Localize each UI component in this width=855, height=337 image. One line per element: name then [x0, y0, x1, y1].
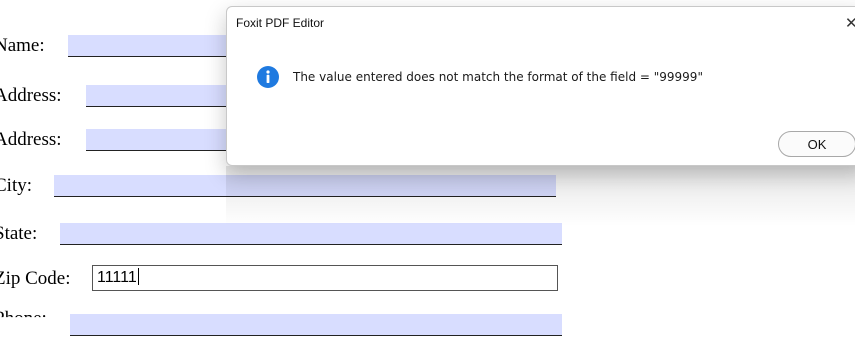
ok-button[interactable]: OK	[778, 131, 855, 157]
dialog-shadow	[226, 166, 855, 226]
state-field[interactable]	[60, 223, 562, 245]
message-dialog: Foxit PDF Editor ✕ The value entered doe…	[226, 6, 855, 166]
dialog-message: The value entered does not match the for…	[293, 70, 703, 84]
address1-label: Address:	[0, 85, 62, 106]
info-icon	[257, 66, 279, 88]
form-row-zip: Zip Code: 11111	[0, 265, 558, 291]
phone-field[interactable]	[70, 314, 562, 336]
zip-value: 11111	[97, 269, 137, 286]
zip-field[interactable]: 11111	[92, 265, 558, 291]
address2-label: Address:	[0, 129, 62, 150]
zip-label: Zip Code:	[0, 268, 71, 289]
text-caret	[137, 268, 139, 285]
form-row-phone: Phone:	[0, 308, 562, 337]
name-label: Name:	[0, 35, 45, 56]
dialog-title: Foxit PDF Editor	[236, 16, 325, 30]
state-label: State:	[0, 223, 38, 244]
phone-label: Phone:	[0, 308, 47, 329]
city-label: City:	[0, 175, 33, 196]
close-icon[interactable]: ✕	[845, 14, 855, 32]
